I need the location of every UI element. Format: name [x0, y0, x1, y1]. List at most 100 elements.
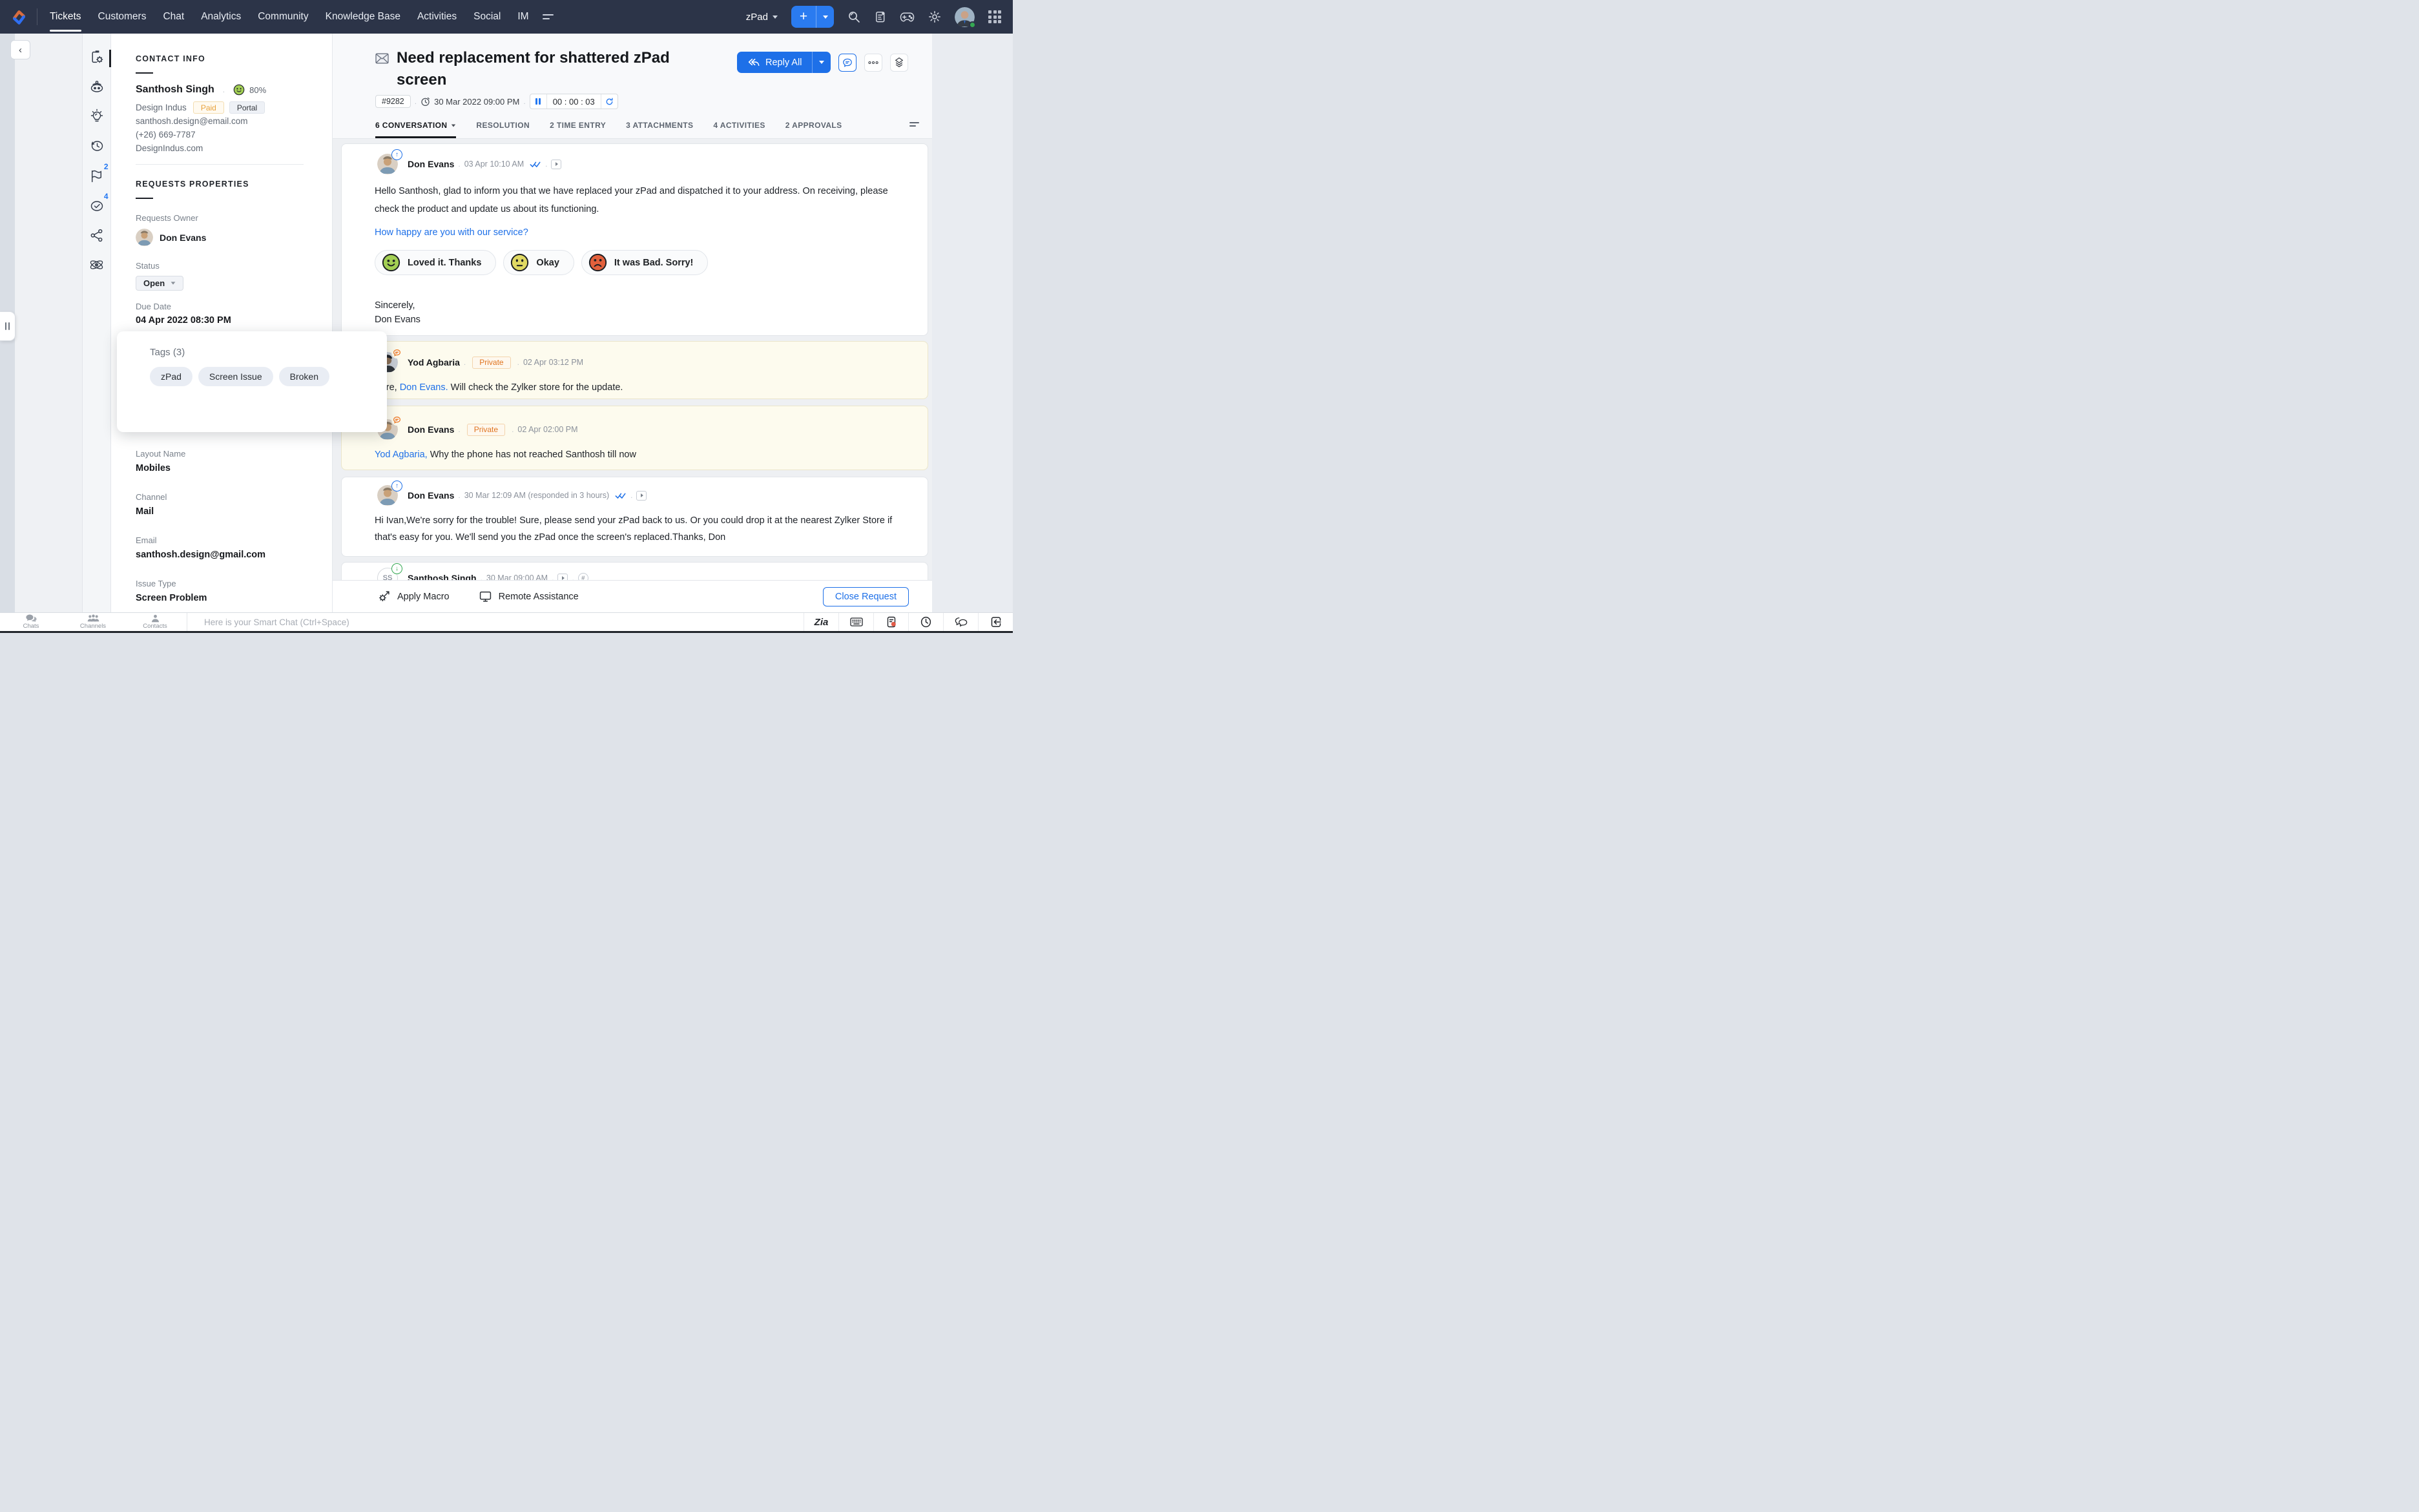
tabs-overflow-icon[interactable]	[909, 120, 919, 138]
rail-item-zia-bot[interactable]	[83, 72, 111, 101]
chat-tab-channels[interactable]: Channels	[62, 613, 124, 631]
tag-chip[interactable]: Broken	[278, 367, 329, 386]
nav-item-social[interactable]: Social	[465, 0, 509, 34]
expand-message-button[interactable]	[636, 490, 647, 501]
nav-item-community[interactable]: Community	[249, 0, 317, 34]
smart-chat-input[interactable]: Here is your Smart Chat (Ctrl+Space)	[187, 613, 804, 631]
private-comment-badge-icon	[391, 415, 402, 426]
zoho-desk-logo-icon	[13, 10, 25, 25]
section-underline	[136, 198, 153, 199]
private-comment-badge-icon	[391, 347, 402, 358]
nav-item-tickets[interactable]: Tickets	[41, 0, 90, 34]
tab-activities[interactable]: 4 ACTIVITIES	[713, 121, 765, 138]
user-avatar[interactable]	[955, 6, 976, 28]
nav-item-chat[interactable]: Chat	[154, 0, 192, 34]
search-icon[interactable]	[847, 10, 860, 23]
feeds-icon[interactable]	[874, 10, 886, 23]
nav-item-analytics[interactable]: Analytics	[192, 0, 249, 34]
back-button[interactable]: ‹	[10, 40, 30, 59]
timer-pause-button[interactable]	[530, 94, 547, 109]
department-selector[interactable]: zPad	[746, 12, 778, 23]
stack-view-button[interactable]	[890, 53, 909, 72]
department-label: zPad	[745, 11, 768, 23]
contact-name[interactable]: Santhosh Singh	[136, 84, 214, 96]
apps-grid-icon[interactable]	[988, 10, 1001, 23]
requests-properties-title: REQUESTS PROPERTIES	[136, 180, 249, 189]
brand-logo[interactable]	[10, 8, 28, 26]
message-body: Hi Ivan,We're sorry for the trouble! Sur…	[375, 515, 893, 543]
mention-link[interactable]: Don Evans.	[400, 382, 448, 393]
nav-item-im[interactable]: IM	[509, 0, 537, 34]
message-author: Don Evans	[408, 490, 455, 501]
recent-history-button[interactable]	[908, 613, 943, 631]
rail-item-insights-bulb[interactable]	[83, 101, 111, 131]
zia-assistant-button[interactable]: Zia	[804, 613, 838, 631]
nav-item-knowledge-base[interactable]: Knowledge Base	[317, 0, 409, 34]
reply-all-button[interactable]: Reply All	[737, 52, 813, 73]
close-request-button[interactable]: Close Request	[822, 586, 909, 606]
nav-more-menu-icon[interactable]	[542, 12, 557, 22]
chat-tab-chats[interactable]: Chats	[0, 613, 62, 631]
nav-item-activities[interactable]: Activities	[409, 0, 465, 34]
tab-approvals[interactable]: 2 APPROVALS	[785, 121, 842, 138]
timer-refresh-button[interactable]	[600, 94, 618, 109]
keyboard-shortcuts-button[interactable]	[838, 613, 873, 631]
comment-button[interactable]	[838, 53, 857, 72]
gamescope-icon[interactable]	[900, 12, 915, 23]
exit-fullscreen-button[interactable]	[978, 613, 1013, 631]
rail-item-history[interactable]	[83, 131, 111, 161]
mention-link[interactable]: Yod Agbaria,	[375, 450, 428, 460]
chat-tab-contacts[interactable]: Contacts	[124, 613, 186, 631]
document-notification-icon	[887, 616, 896, 628]
panel-collapse-handle[interactable]	[0, 311, 16, 341]
thread-id-icon[interactable]: #	[577, 573, 588, 580]
tab-resolution[interactable]: RESOLUTION	[476, 121, 530, 138]
message-author: Don Evans	[408, 159, 455, 169]
reply-options-dropdown[interactable]	[812, 52, 831, 73]
add-dropdown-button[interactable]	[816, 6, 834, 28]
add-button[interactable]: +	[791, 6, 816, 28]
tab-attachments[interactable]: 3 ATTACHMENTS	[626, 121, 693, 138]
status-dropdown[interactable]: Open	[136, 276, 184, 291]
rail-item-integrations[interactable]	[83, 250, 111, 280]
message-time: 30 Mar 12:09 AM (responded in 3 hours)	[464, 491, 610, 500]
contact-email[interactable]: santhosh.design@email.com	[136, 116, 248, 126]
portal-badge: Portal	[229, 101, 265, 114]
settings-gear-icon[interactable]	[928, 10, 941, 23]
chat-messages-button[interactable]	[943, 613, 978, 631]
due-date-value: 04 Apr 2022 08:30 PM	[136, 315, 231, 326]
contact-website[interactable]: DesignIndus.com	[136, 143, 203, 153]
clock-icon	[421, 97, 430, 106]
rail-item-share[interactable]	[83, 220, 111, 250]
survey-question-link[interactable]: How happy are you with our service?	[375, 227, 528, 238]
message-card: ↑ Don Evans . 03 Apr 10:10 AM . Hello Sa…	[341, 143, 928, 336]
apply-macro-button[interactable]: Apply Macro	[378, 590, 450, 603]
tag-chip[interactable]: zPad	[150, 367, 192, 386]
expand-message-button[interactable]	[551, 159, 562, 169]
rail-item-approvals[interactable]: 4	[83, 191, 111, 220]
expand-message-button[interactable]	[557, 573, 568, 580]
more-actions-button[interactable]	[864, 53, 883, 72]
rail-item-properties[interactable]	[83, 42, 111, 72]
tag-chip[interactable]: Screen Issue	[198, 367, 273, 386]
divider	[136, 164, 304, 165]
message-closing: Sincerely,	[375, 300, 415, 311]
neutral-face-icon	[511, 253, 529, 272]
monitor-icon	[479, 591, 491, 602]
rail-item-flag[interactable]: 2	[83, 161, 111, 191]
survey-option-okay[interactable]: Okay	[503, 250, 574, 275]
survey-option-bad[interactable]: It was Bad. Sorry!	[581, 250, 709, 275]
nav-item-customers[interactable]: Customers	[90, 0, 155, 34]
reply-all-icon	[748, 58, 760, 67]
remote-assistance-button[interactable]: Remote Assistance	[479, 591, 579, 602]
private-badge: Private	[466, 423, 506, 436]
survey-option-loved[interactable]: Loved it. Thanks	[375, 250, 497, 275]
tab-time-entry[interactable]: 2 TIME ENTRY	[550, 121, 606, 138]
tab-conversation[interactable]: 6 CONVERSATION	[375, 121, 457, 138]
contacts-person-icon	[151, 614, 159, 623]
timer-value: 00 : 00 : 03	[552, 96, 595, 107]
smart-chat-bar: Chats Channels Contacts Here is your Sma…	[0, 612, 1013, 631]
activity-notes-button[interactable]	[873, 613, 908, 631]
survey-options: Loved it. Thanks Okay It was Bad. Sorry!	[375, 250, 912, 275]
owner-label: Requests Owner	[136, 213, 198, 223]
